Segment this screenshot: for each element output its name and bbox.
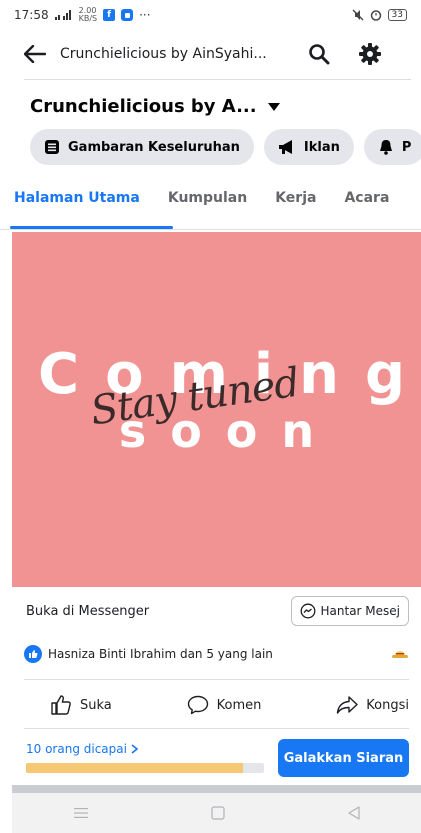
overview-icon xyxy=(45,140,59,154)
back-triangle-icon[interactable] xyxy=(347,805,361,821)
clock: 17:58 xyxy=(14,8,49,22)
share-label: Kongsi xyxy=(366,697,409,713)
net-speed: 2.00 KB/S xyxy=(78,6,98,23)
chevron-right-icon xyxy=(131,744,138,754)
gear-icon[interactable] xyxy=(358,42,382,66)
mute-icon xyxy=(352,9,364,21)
post-actions: Suka Komen Kongsi xyxy=(24,688,409,722)
reach-progress-fill xyxy=(26,763,243,773)
page-header: Crunchielicious by AinSyahi... xyxy=(0,34,421,74)
boost-post-button[interactable]: Galakkan Siaran xyxy=(278,739,409,777)
like-label: Suka xyxy=(80,697,112,713)
share-arrow-icon xyxy=(337,696,358,714)
thumbs-up-icon xyxy=(51,695,71,715)
reach-link[interactable]: 10 orang dicapai xyxy=(26,742,138,756)
page-name-switcher[interactable]: Crunchielicious by A... xyxy=(30,96,281,117)
comment-button[interactable]: Komen xyxy=(187,695,262,715)
facebook-notification-icon: f xyxy=(103,9,116,21)
tabs-divider xyxy=(0,229,421,230)
battery-indicator: 33 xyxy=(387,9,407,21)
reactions-divider xyxy=(24,679,409,680)
message-notification-icon xyxy=(121,9,134,21)
header-divider xyxy=(24,79,411,80)
tab-groups[interactable]: Kumpulan xyxy=(168,190,247,220)
page-tools-chips: Gambaran Keseluruhan Iklan P xyxy=(30,129,421,165)
tab-home[interactable]: Halaman Utama xyxy=(14,190,140,220)
more-notifications-icon: ··· xyxy=(139,8,151,22)
chip-label: Gambaran Keseluruhan xyxy=(68,139,240,155)
page-name: Crunchielicious by A... xyxy=(30,96,257,117)
messenger-icon xyxy=(300,603,315,619)
menu-icon[interactable] xyxy=(73,806,89,820)
reactions-summary[interactable]: Hasniza Binti Ibrahim dan 5 yang lain xyxy=(24,645,409,663)
chip-overview[interactable]: Gambaran Keseluruhan xyxy=(30,129,254,165)
send-message-button[interactable]: Hantar Mesej xyxy=(290,596,409,626)
send-message-label: Hantar Mesej xyxy=(320,604,401,618)
chip-label: P xyxy=(401,139,412,155)
page-tabs: Halaman Utama Kumpulan Kerja Acara xyxy=(14,190,389,220)
actions-divider xyxy=(24,728,409,729)
like-button[interactable]: Suka xyxy=(50,695,112,715)
like-reaction-icon xyxy=(24,645,42,663)
alarm-icon xyxy=(370,10,381,21)
comment-label: Komen xyxy=(216,697,262,713)
bottom-separator xyxy=(12,785,421,793)
chip-notifications[interactable]: P xyxy=(363,129,421,165)
reach-progress-bar xyxy=(26,763,264,773)
tab-jobs[interactable]: Kerja xyxy=(275,190,316,220)
comment-icon xyxy=(187,695,208,715)
chip-label: Iklan xyxy=(303,139,340,155)
home-square-icon[interactable] xyxy=(210,805,226,821)
open-in-messenger-label: Buka di Messenger xyxy=(26,603,150,619)
header-title: Crunchielicious by AinSyahi... xyxy=(60,46,267,62)
megaphone-icon xyxy=(278,140,292,154)
status-bar: 17:58 2.00 KB/S f ··· 33 xyxy=(0,0,421,30)
reactions-text: Hasniza Binti Ibrahim dan 5 yang lain xyxy=(48,647,273,661)
share-button[interactable]: Kongsi xyxy=(336,695,409,715)
signal-icon xyxy=(54,10,71,20)
search-icon[interactable] xyxy=(308,43,330,65)
system-nav-bar xyxy=(12,793,421,833)
hat-icon xyxy=(392,651,408,658)
reach-label: 10 orang dicapai xyxy=(26,742,127,756)
cover-image[interactable]: Coming soon Stay tuned xyxy=(12,232,421,587)
bell-icon xyxy=(379,140,392,155)
tab-events[interactable]: Acara xyxy=(344,190,389,220)
chip-ads[interactable]: Iklan xyxy=(263,129,354,165)
messenger-row: Buka di Messenger Hantar Mesej xyxy=(12,587,421,635)
caret-down-icon xyxy=(267,102,280,111)
back-arrow-icon[interactable] xyxy=(24,45,46,63)
